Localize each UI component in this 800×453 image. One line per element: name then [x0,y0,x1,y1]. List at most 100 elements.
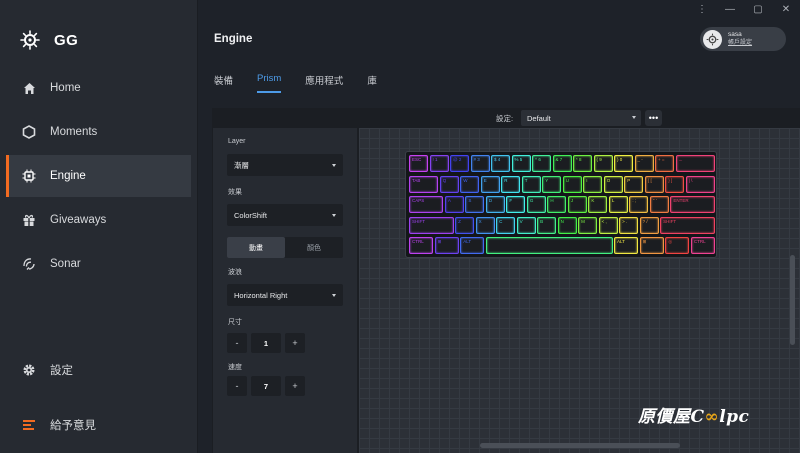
sidebar-item-engine[interactable]: Engine [6,155,191,197]
key[interactable]: A [444,196,464,213]
key[interactable]: ESC [409,155,428,172]
key-space[interactable] [485,237,613,254]
key[interactable]: % 5 [511,155,531,172]
sidebar-item-settings[interactable]: 設定 [6,349,191,391]
key[interactable]: # 3 [470,155,490,172]
key[interactable]: Q [439,175,459,193]
key[interactable]: E [480,175,500,193]
key[interactable]: ) 0 [614,155,633,172]
key[interactable]: V [516,216,536,234]
key[interactable]: SHIFT [660,216,715,234]
key[interactable]: K [588,196,608,213]
config-bar: 設定: Default ••• [212,108,800,128]
key[interactable]: T [521,175,541,193]
key[interactable]: H [547,196,567,213]
key[interactable]: ← [675,155,715,172]
key[interactable]: + = [655,155,674,172]
key[interactable]: ◎ [665,237,690,254]
effect-select[interactable]: ColorShift [227,204,343,226]
maximize-icon[interactable]: ▢ [744,0,772,18]
key[interactable]: $ 4 [491,155,510,172]
tab-apps[interactable]: 應用程式 [305,73,343,93]
sidebar-item-home[interactable]: Home [6,67,191,109]
key[interactable]: : ; [629,196,649,213]
key[interactable]: ALT [460,237,485,254]
horizontal-scrollbar[interactable] [480,443,680,448]
key[interactable]: Y [542,175,562,193]
key[interactable]: & 7 [552,155,572,172]
key[interactable]: @ 2 [450,155,469,172]
key[interactable]: F [506,196,526,213]
tab-gear[interactable]: 裝備 [214,73,233,93]
key[interactable]: Z [455,216,475,234]
key[interactable]: M [578,216,598,234]
sidebar-item-label: Engine [50,170,86,182]
sidebar-item-moments[interactable]: Moments [6,111,191,153]
key[interactable]: ( 9 [593,155,613,172]
key[interactable]: ⊞ [434,237,459,254]
user-chip[interactable]: sasa 帳戶設定 [700,27,786,51]
key[interactable]: > . [619,216,639,234]
key[interactable]: ALT [614,237,639,254]
key[interactable]: U [562,175,582,193]
key[interactable]: CAPS [409,196,444,213]
key[interactable]: SHIFT [409,216,454,234]
more-options-button[interactable]: ••• [645,110,662,126]
layer-select[interactable]: 漸層 [227,154,343,176]
key[interactable]: R [501,175,521,193]
minimize-icon[interactable]: — [716,0,744,18]
sidebar-item-sonar[interactable]: Sonar [6,243,191,285]
key[interactable]: _ - [634,155,654,172]
key[interactable]: | \ [685,175,715,193]
key[interactable]: { [ [644,175,664,193]
config-select[interactable]: Default [521,110,641,126]
sidebar-item-feedback[interactable]: 給予意見 [6,404,191,446]
key[interactable]: " ' [649,196,669,213]
animation-tab[interactable]: 動畫 [227,237,285,258]
key[interactable]: I [583,175,603,193]
key[interactable]: * 8 [573,155,592,172]
key[interactable]: ⊞ [639,237,664,254]
key[interactable]: D [485,196,505,213]
key[interactable]: G [526,196,546,213]
account-settings-link[interactable]: 帳戶設定 [728,39,752,47]
menu-icon[interactable]: ⋮ [688,0,716,18]
speed-stepper: - 7 + [227,376,305,396]
sidebar-item-label: Giveaways [50,214,107,226]
key[interactable]: < , [598,216,618,234]
speed-increment-button[interactable]: + [285,376,305,396]
key[interactable]: L [608,196,628,213]
speed-value[interactable]: 7 [251,376,281,396]
key[interactable]: ? / [639,216,659,234]
key[interactable]: TAB [409,175,439,193]
key[interactable]: S [465,196,485,213]
key[interactable]: ^ 6 [532,155,551,172]
key[interactable]: O [603,175,623,193]
key[interactable]: C [496,216,516,234]
vertical-scrollbar[interactable] [790,255,795,345]
key[interactable]: N [557,216,577,234]
wave-select[interactable]: Horizontal Right [227,284,343,306]
key[interactable]: CTRL [409,237,434,254]
color-tab[interactable]: 顏色 [285,237,343,258]
key[interactable]: B [537,216,557,234]
size-decrement-button[interactable]: - [227,333,247,353]
close-icon[interactable]: ✕ [772,0,800,18]
speed-decrement-button[interactable]: - [227,376,247,396]
key[interactable]: J [567,196,587,213]
key[interactable]: W [460,175,480,193]
avatar [703,29,722,49]
tab-library[interactable]: 庫 [367,73,377,93]
size-value[interactable]: 1 [251,333,281,353]
keyboard-preview[interactable]: ESC! 1 @ 2 # 3 $ 4% 5 ^ 6 & 7 * 8( 9) 0 _ - + = ←… [405,151,717,258]
key[interactable]: X [475,216,495,234]
sidebar-item-giveaways[interactable]: Giveaways [6,199,191,241]
key[interactable]: ! 1 [429,155,449,172]
key[interactable]: P [624,175,644,193]
size-increment-button[interactable]: + [285,333,305,353]
tab-prism[interactable]: Prism [257,73,282,93]
key[interactable]: CTRL [690,237,715,254]
key[interactable]: ENTER [670,196,715,213]
speed-label: 速度 [228,364,242,371]
key[interactable]: } ] [665,175,685,193]
